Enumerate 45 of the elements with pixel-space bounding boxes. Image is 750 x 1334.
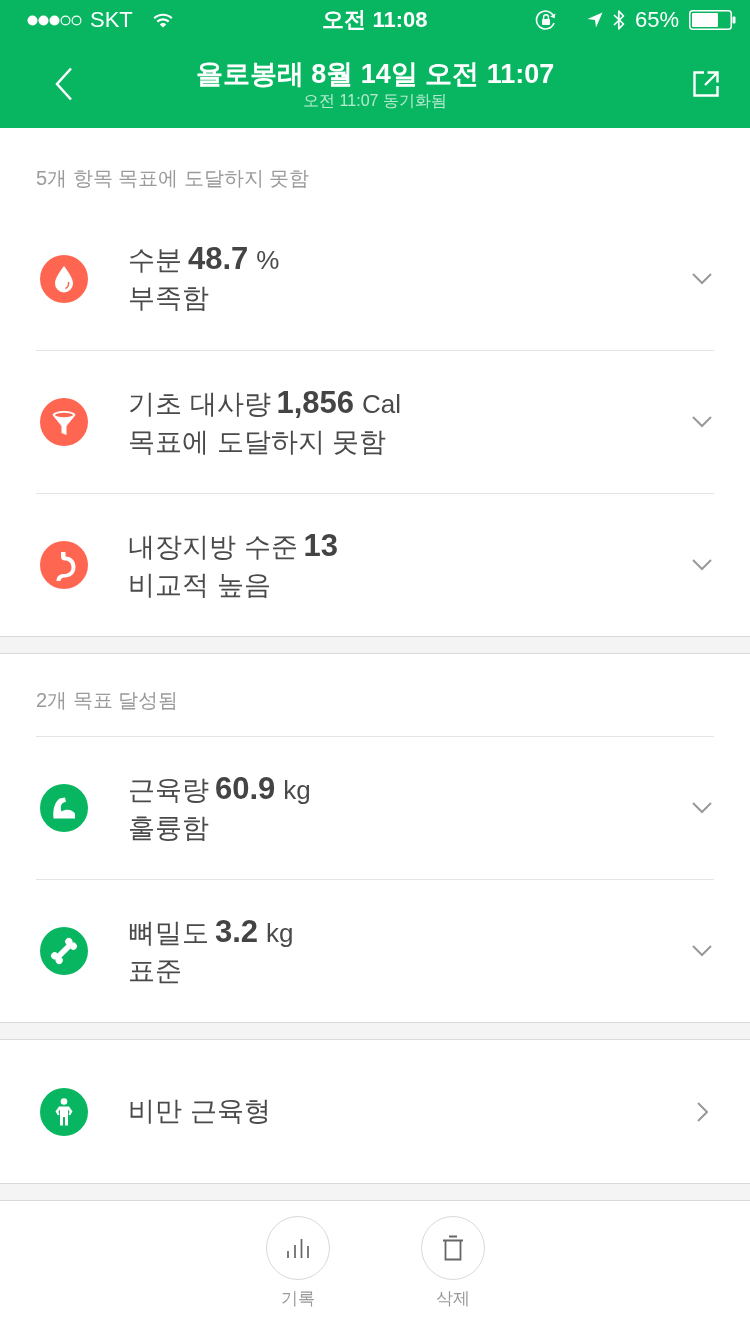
chevron-down-icon[interactable] <box>692 559 712 571</box>
chevron-down-icon[interactable] <box>692 802 712 814</box>
location-arrow-icon <box>586 12 603 28</box>
metric-value: 60.9 <box>215 769 276 808</box>
back-chevron-icon[interactable] <box>55 67 73 101</box>
chevron-down-icon[interactable] <box>692 945 712 957</box>
metric-status: 비교적 높음 <box>128 568 272 602</box>
share-icon[interactable] <box>692 70 720 98</box>
metric-status: 목표에 도달하지 못함 <box>128 425 387 459</box>
rotation-lock-icon <box>534 9 557 31</box>
metric-label: 근육량 <box>128 773 209 807</box>
trash-icon[interactable] <box>441 1235 464 1261</box>
bluetooth-icon <box>612 9 625 31</box>
action-label: 삭제 <box>435 1288 470 1310</box>
section-heading: 2개 목표 달성됨 <box>36 688 179 713</box>
metric-unit: kg <box>266 916 294 950</box>
metric-value: 48.7 <box>188 240 249 278</box>
header-title: 욜로봉래 8월 14일 오전 11:07 <box>195 58 555 91</box>
metric-value: 13 <box>303 526 338 565</box>
clock-time: 오전 11:08 <box>322 9 428 31</box>
metric-value: 3.2 <box>215 912 259 951</box>
chevron-down-icon[interactable] <box>692 416 712 428</box>
chevron-right-icon[interactable] <box>697 1101 708 1122</box>
chevron-down-icon[interactable] <box>692 272 712 285</box>
battery-icon <box>689 10 736 30</box>
sync-time: 오전 11:07 동기화됨 <box>303 91 447 111</box>
wifi-icon <box>152 12 173 28</box>
body-type-label[interactable]: 비만 근육형 <box>128 1091 271 1132</box>
metric-unit: % <box>256 244 280 277</box>
metric-label: 기초 대사량 <box>128 387 271 421</box>
battery-percent: 65% <box>634 9 679 31</box>
metric-label: 수분 <box>128 244 182 277</box>
signal-strength-icon <box>27 14 82 26</box>
metric-label: 내장지방 수준 <box>128 530 298 564</box>
metric-status: 표준 <box>128 954 183 988</box>
metric-unit: kg <box>283 773 311 807</box>
bar-chart-icon[interactable] <box>285 1237 310 1259</box>
metric-value: 1,856 <box>276 383 355 422</box>
metric-unit: Cal <box>362 387 402 421</box>
metric-label: 뼈밀도 <box>128 916 209 950</box>
metric-status: 훌륭함 <box>128 811 210 845</box>
action-label: 기록 <box>280 1288 315 1310</box>
carrier-name: SKT <box>90 9 133 31</box>
metric-status: 부족함 <box>128 282 210 315</box>
section-heading: 5개 항목 목표에 도달하지 못함 <box>36 165 310 191</box>
